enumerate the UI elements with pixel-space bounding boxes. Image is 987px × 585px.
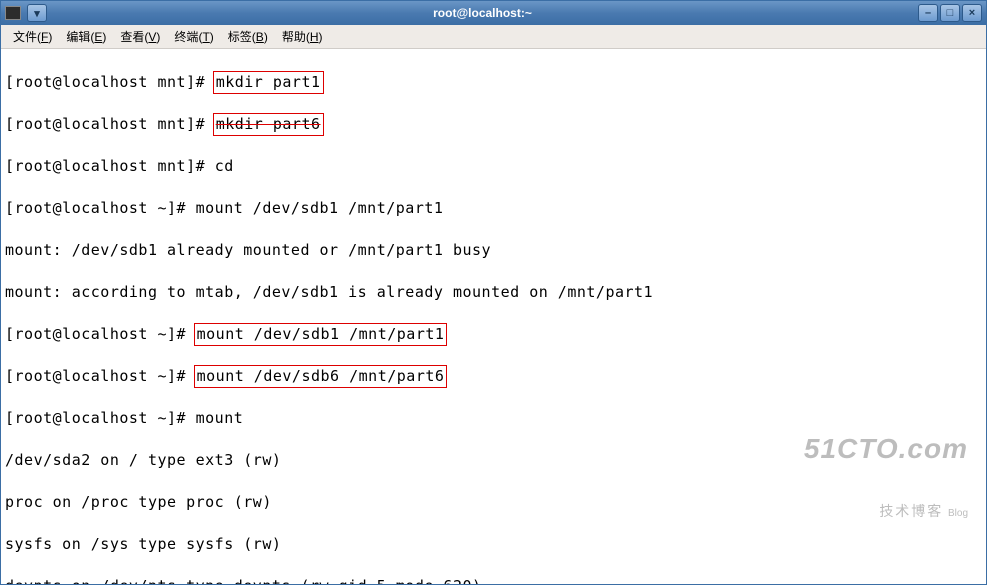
menu-edit[interactable]: 编辑(E)	[60, 26, 112, 47]
menu-file[interactable]: 文件(F)	[7, 26, 58, 47]
terminal-line: devpts on /dev/pts type devpts (rw,gid=5…	[5, 576, 982, 584]
menu-view[interactable]: 查看(V)	[114, 26, 166, 47]
terminal-line: /dev/sda2 on / type ext3 (rw)	[5, 450, 982, 471]
terminal-line: [root@localhost ~]# mount /dev/sdb6 /mnt…	[5, 366, 982, 387]
maximize-button[interactable]: □	[940, 4, 960, 22]
highlighted-command: mount /dev/sdb1 /mnt/part1	[194, 323, 448, 346]
terminal-line: [root@localhost ~]# mount /dev/sdb1 /mnt…	[5, 324, 982, 345]
titlebar[interactable]: ▾ root@localhost:~ – □ ×	[1, 1, 986, 25]
app-icon	[5, 6, 21, 20]
highlighted-command: mkdir part6	[213, 113, 324, 136]
menu-terminal[interactable]: 终端(T)	[168, 26, 219, 47]
menu-help[interactable]: 帮助(H)	[276, 26, 329, 47]
terminal-line: [root@localhost ~]# mount	[5, 408, 982, 429]
terminal-line: [root@localhost ~]# mount /dev/sdb1 /mnt…	[5, 198, 982, 219]
terminal-area[interactable]: [root@localhost mnt]# mkdir part1 [root@…	[1, 49, 986, 584]
close-button[interactable]: ×	[962, 4, 982, 22]
terminal-window: ▾ root@localhost:~ – □ × 文件(F) 编辑(E) 查看(…	[0, 0, 987, 585]
terminal-line: sysfs on /sys type sysfs (rw)	[5, 534, 982, 555]
terminal-line: [root@localhost mnt]# cd	[5, 156, 982, 177]
window-controls: – □ ×	[918, 4, 982, 22]
terminal-line: mount: according to mtab, /dev/sdb1 is a…	[5, 282, 982, 303]
highlighted-command: mount /dev/sdb6 /mnt/part6	[194, 365, 448, 388]
minimize-button[interactable]: –	[918, 4, 938, 22]
highlighted-command: mkdir part1	[213, 71, 324, 94]
terminal-line: [root@localhost mnt]# mkdir part1	[5, 72, 982, 93]
menu-tabs[interactable]: 标签(B)	[222, 26, 274, 47]
window-menu-button[interactable]: ▾	[27, 4, 47, 22]
terminal-line: mount: /dev/sdb1 already mounted or /mnt…	[5, 240, 982, 261]
terminal-line: proc on /proc type proc (rw)	[5, 492, 982, 513]
terminal-line: [root@localhost mnt]# mkdir part6	[5, 114, 982, 135]
menubar: 文件(F) 编辑(E) 查看(V) 终端(T) 标签(B) 帮助(H)	[1, 25, 986, 49]
window-title: root@localhost:~	[433, 6, 532, 20]
